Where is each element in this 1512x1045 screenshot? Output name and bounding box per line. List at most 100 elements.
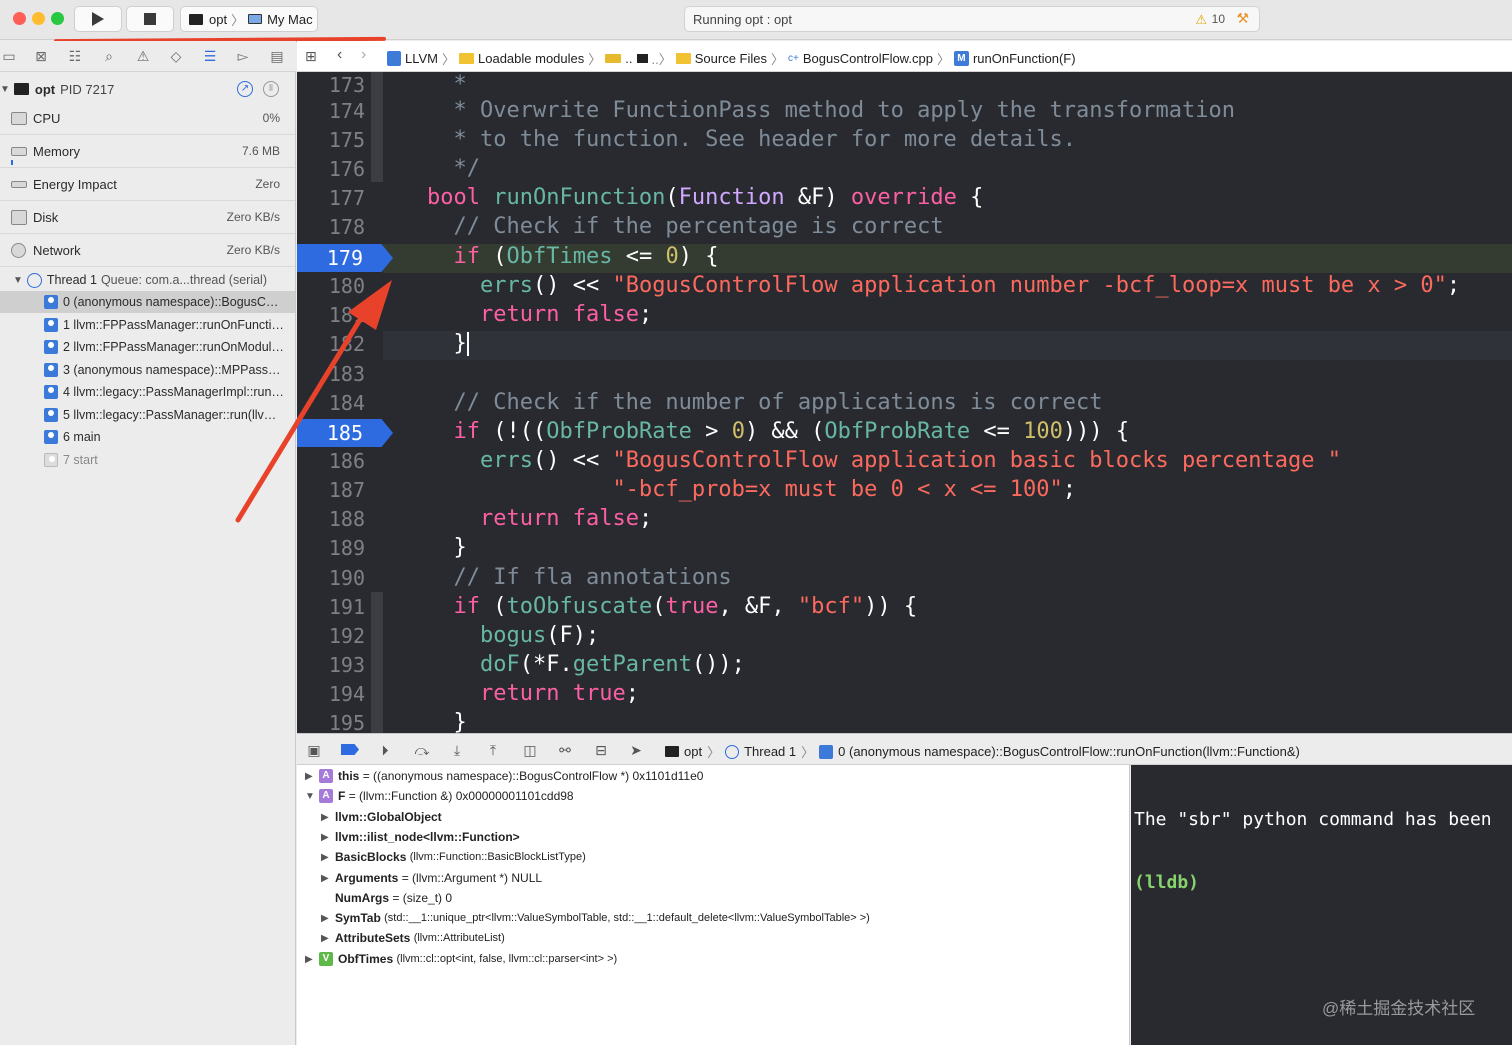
breadcrumb-ellipsis[interactable]: .. — [625, 51, 632, 66]
disclosure-triangle-icon[interactable]: ▶ — [321, 933, 335, 944]
breadcrumb-group[interactable]: Loadable modules — [478, 51, 584, 66]
step-out-icon[interactable]: ⤒ — [485, 742, 501, 758]
view-hierarchy-icon[interactable]: ◫ — [522, 742, 538, 758]
disclosure-triangle-icon[interactable]: ▶ — [321, 913, 335, 924]
code-fold-strip[interactable] — [371, 72, 383, 182]
line-number[interactable]: 178 — [297, 215, 365, 239]
hammer-icon[interactable]: ⚒ — [1236, 10, 1249, 27]
line-number[interactable]: 189 — [297, 536, 365, 560]
line-number[interactable]: 190 — [297, 566, 365, 590]
line-number[interactable]: 182 — [297, 332, 365, 356]
stop-button[interactable] — [126, 6, 174, 32]
report-icon[interactable]: ▤ — [268, 48, 286, 64]
variable-row[interactable]: NumArgs = (size_t) 0 — [335, 888, 452, 908]
stack-frame-6[interactable]: 6 main — [0, 426, 295, 448]
breadcrumb-project[interactable]: LLVM — [405, 51, 438, 66]
variable-row[interactable]: ▶ AttributeSets (llvm::AttributeList) — [321, 928, 505, 948]
disclosure-triangle-icon[interactable]: ▼ — [0, 84, 10, 95]
code-fold-strip[interactable] — [371, 592, 383, 733]
gauge-network[interactable]: Network Zero KB/s — [0, 234, 295, 267]
gauge-icon[interactable]: ↗ — [237, 81, 253, 97]
scheme-selector[interactable]: opt 〉 My Mac — [180, 6, 318, 32]
stack-frame-2[interactable]: 2 llvm::FPPassManager::runOnModule(llvm:… — [0, 336, 295, 358]
step-into-icon[interactable]: ⤓ — [449, 742, 465, 758]
gauge-memory[interactable]: Memory 7.6 MB — [0, 135, 295, 168]
disclosure-triangle-icon[interactable]: ▶ — [321, 832, 335, 843]
line-number[interactable]: 183 — [297, 362, 365, 386]
disclosure-triangle-icon[interactable]: ▶ — [321, 873, 335, 884]
gauge-energy[interactable]: Energy Impact Zero — [0, 168, 295, 201]
breadcrumb-folder[interactable]: Source Files — [695, 51, 767, 66]
line-number[interactable]: 181 — [297, 303, 365, 327]
gauge-disk[interactable]: Disk Zero KB/s — [0, 201, 295, 234]
variable-row[interactable]: ▶ V ObfTimes (llvm::cl::opt<int, false, … — [305, 949, 617, 969]
line-number[interactable]: 187 — [297, 478, 365, 502]
stack-frame-3[interactable]: 3 (anonymous namespace)::MPPassManager::… — [0, 359, 295, 381]
debug-process[interactable]: opt — [684, 744, 702, 759]
minimize-window-button[interactable] — [32, 12, 45, 25]
line-number[interactable]: 193 — [297, 653, 365, 677]
disclosure-triangle-icon[interactable]: ▼ — [13, 275, 23, 286]
line-number[interactable]: 177 — [297, 186, 365, 210]
stack-frame-0[interactable]: 0 (anonymous namespace)::BogusControlFlo… — [0, 291, 295, 313]
gauge-cpu[interactable]: CPU 0% — [0, 102, 295, 135]
continue-icon[interactable]: ⏵ — [377, 742, 393, 758]
variable-row[interactable]: ▶ Arguments = (llvm::Argument *) NULL — [321, 868, 542, 888]
process-row[interactable]: ▼ opt PID 7217 ↗ ⦀ — [0, 77, 295, 101]
folder-icon[interactable]: ▭ — [0, 48, 18, 64]
step-over-icon[interactable]: ⤼ — [414, 742, 430, 758]
variable-row[interactable]: ▶ BasicBlocks (llvm::Function::BasicBloc… — [321, 847, 586, 867]
thread-row[interactable]: ▼ Thread 1 Queue: com.a...thread (serial… — [0, 268, 295, 292]
variable-row[interactable]: ▶ llvm::ilist_node<llvm::Function> — [321, 827, 520, 847]
debug-navigator-icon[interactable]: ☰ — [201, 48, 219, 64]
zoom-window-button[interactable] — [51, 12, 64, 25]
line-number[interactable]: 191 — [297, 595, 365, 619]
forward-button[interactable]: › — [361, 46, 366, 64]
line-number[interactable]: 174 — [297, 99, 365, 123]
line-number[interactable]: 173 — [297, 73, 365, 97]
line-number[interactable]: 194 — [297, 682, 365, 706]
close-window-button[interactable] — [13, 12, 26, 25]
variable-row[interactable]: ▶ SymTab (std::__1::unique_ptr<llvm::Val… — [321, 908, 870, 928]
stack-frame-1[interactable]: 1 llvm::FPPassManager::runOnFunction(llv… — [0, 314, 295, 336]
memory-graph-icon[interactable]: ⚯ — [557, 742, 573, 758]
issue-icon[interactable]: ⚠ — [134, 48, 152, 64]
run-button[interactable] — [74, 6, 122, 32]
debug-thread[interactable]: Thread 1 — [744, 744, 796, 759]
breakpoints-toggle-icon[interactable] — [341, 744, 359, 755]
breakpoint-179[interactable]: 179 — [297, 244, 393, 272]
breadcrumb-symbol[interactable]: runOnFunction(F) — [973, 51, 1076, 66]
disclosure-triangle-icon[interactable]: ▶ — [321, 812, 335, 823]
test-icon[interactable]: ◇ — [167, 48, 185, 64]
breakpoint-icon[interactable]: ▻ — [234, 48, 252, 64]
breadcrumb-file[interactable]: BogusControlFlow.cpp — [803, 51, 933, 66]
line-number[interactable]: 176 — [297, 157, 365, 181]
simulate-location-icon[interactable]: ➤ — [628, 742, 644, 758]
related-items-icon[interactable]: ⊞ — [305, 48, 317, 65]
source-editor[interactable]: 173174 175 176 177 178 179 180 181 182 183 184 185 1… — [297, 72, 1512, 733]
stack-frame-5[interactable]: 5 llvm::legacy::PassManager::run(llvm::M… — [0, 404, 295, 426]
environment-overrides-icon[interactable]: ⊟ — [593, 742, 609, 758]
variable-row[interactable]: ▶ A this = ((anonymous namespace)::Bogus… — [305, 766, 703, 786]
disclosure-triangle-icon[interactable]: ▼ — [305, 791, 319, 802]
back-button[interactable]: ‹ — [337, 46, 342, 64]
line-number[interactable]: 195 — [297, 711, 365, 733]
symbol-icon[interactable]: ☷ — [66, 48, 84, 64]
line-number[interactable]: 175 — [297, 128, 365, 152]
line-number[interactable]: 184 — [297, 391, 365, 415]
hide-debug-area-icon[interactable]: ▣ — [306, 742, 322, 758]
variable-row[interactable]: ▶ llvm::GlobalObject — [321, 807, 442, 827]
disclosure-triangle-icon[interactable]: ▶ — [305, 954, 319, 965]
line-number[interactable]: 188 — [297, 507, 365, 531]
line-number[interactable]: 192 — [297, 624, 365, 648]
disclosure-triangle-icon[interactable]: ▶ — [321, 852, 335, 863]
line-number[interactable]: 180 — [297, 274, 365, 298]
stack-frame-7[interactable]: 7 start — [0, 449, 295, 471]
line-number[interactable]: 186 — [297, 449, 365, 473]
breakpoint-185[interactable]: 185 — [297, 419, 393, 447]
stack-frame-4[interactable]: 4 llvm::legacy::PassManagerImpl::run(llv… — [0, 381, 295, 403]
variable-row[interactable]: ▼ A F = (llvm::Function &) 0x00000001101… — [305, 786, 574, 806]
debug-frame[interactable]: 0 (anonymous namespace)::BogusControlFlo… — [838, 744, 1300, 759]
threads-icon[interactable]: ⦀ — [263, 81, 279, 97]
disclosure-triangle-icon[interactable]: ▶ — [305, 771, 319, 782]
